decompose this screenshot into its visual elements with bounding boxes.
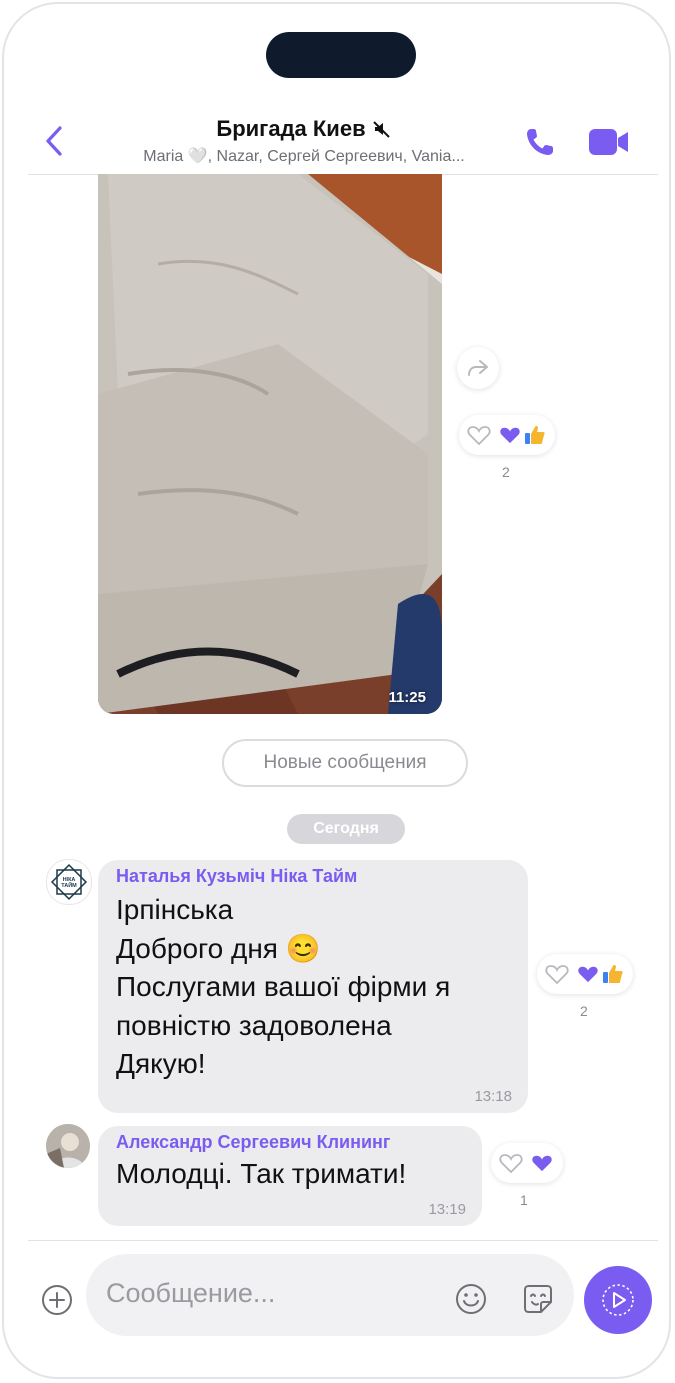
message-line: Доброго дня 😊 (116, 932, 321, 964)
media-photo[interactable]: 11:25 (98, 174, 442, 714)
sofa-photo-image (98, 174, 442, 714)
media-time: 11:25 (388, 689, 426, 706)
video-call-icon[interactable] (587, 126, 631, 158)
add-reaction-button[interactable] (537, 954, 577, 994)
avatar[interactable] (46, 1124, 90, 1168)
sticker-icon[interactable] (521, 1282, 555, 1316)
new-messages-button[interactable]: Новые сообщения (222, 739, 468, 787)
phone-frame: Бригада Киев Maria 🤍, Nazar, Сергей Серг… (2, 2, 671, 1379)
heart-outline-icon (545, 965, 569, 985)
back-arrow-icon[interactable] (42, 124, 68, 158)
purple-heart-icon (500, 427, 520, 444)
chat-members: Maria 🤍, Nazar, Сергей Сергеевич, Vania.… (143, 148, 465, 165)
message-text: Молодці. Так тримати! (116, 1158, 407, 1189)
composer-divider (28, 1240, 658, 1241)
message-reaction-count: 2 (580, 1003, 588, 1019)
play-circle-icon (602, 1284, 634, 1316)
date-separator: Сегодня (287, 814, 405, 844)
nika-time-logo: НІКА ТАЙМ (50, 863, 88, 901)
svg-text:ТАЙМ: ТАЙМ (61, 881, 77, 889)
message-line: Ірпінська (116, 894, 234, 925)
message-reactions[interactable] (537, 954, 633, 994)
dynamic-island (266, 32, 416, 78)
message-bubble[interactable]: Наталья Кузьміч Ніка Тайм Ірпінська Добр… (98, 860, 528, 1113)
add-reaction-button[interactable] (491, 1143, 531, 1183)
message-bubble[interactable]: Александр Сергеевич Клининг Молодці. Так… (98, 1126, 482, 1226)
thumbs-up-icon (603, 964, 623, 983)
message-line: Дякую! (116, 1048, 206, 1079)
media-reaction-count: 2 (502, 464, 510, 480)
chat-title: Бригада Киев (216, 116, 366, 141)
message-text: Ірпінська Доброго дня 😊 Послугами вашої … (116, 891, 510, 1084)
voice-message-button[interactable] (584, 1266, 652, 1334)
message-time: 13:18 (474, 1088, 512, 1105)
purple-heart-icon (532, 1155, 552, 1172)
add-reaction-button[interactable] (459, 415, 499, 455)
muted-icon (372, 121, 390, 138)
plus-icon[interactable] (41, 1284, 73, 1316)
heart-outline-icon (467, 426, 491, 446)
user-photo-avatar (46, 1124, 90, 1168)
message-sender: Александр Сергеевич Клининг (116, 1132, 391, 1152)
purple-heart-icon (578, 966, 598, 983)
message-reactions[interactable] (491, 1143, 563, 1183)
thumbs-up-icon (525, 425, 545, 444)
phone-call-icon[interactable] (524, 126, 556, 158)
media-reactions[interactable] (459, 415, 555, 455)
heart-outline-icon (499, 1154, 523, 1174)
message-line: повністю задоволена (116, 1009, 392, 1041)
chat-header: Бригада Киев Maria 🤍, Nazar, Сергей Серг… (4, 104, 669, 174)
forward-button[interactable] (457, 347, 499, 389)
avatar[interactable]: НІКА ТАЙМ (46, 859, 92, 905)
forward-icon (468, 360, 488, 376)
emoji-icon[interactable] (454, 1282, 488, 1316)
chat-title-area[interactable]: Бригада Киев Maria 🤍, Nazar, Сергей Серг… (104, 116, 504, 166)
message-input-placeholder: Сообщение... (106, 1278, 276, 1308)
message-input[interactable]: Сообщение... (86, 1254, 574, 1336)
message-line: Послугами вашої фірми я (116, 971, 451, 1002)
message-reaction-count: 1 (520, 1192, 528, 1208)
message-sender: Наталья Кузьміч Ніка Тайм (116, 866, 358, 886)
message-time: 13:19 (428, 1201, 466, 1218)
